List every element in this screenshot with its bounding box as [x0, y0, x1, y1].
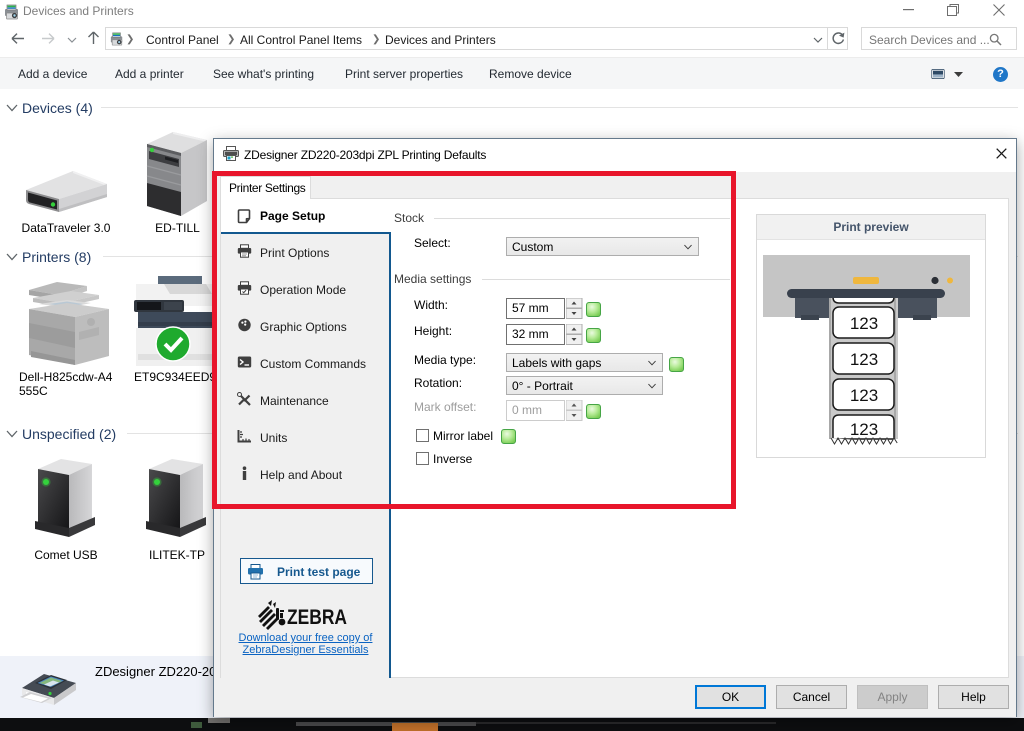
- svg-text:123: 123: [850, 350, 878, 369]
- svg-text:123: 123: [850, 386, 878, 405]
- svg-text:123: 123: [850, 314, 878, 333]
- svg-text:123: 123: [850, 420, 878, 439]
- svg-text:ZEBRA: ZEBRA: [287, 606, 347, 629]
